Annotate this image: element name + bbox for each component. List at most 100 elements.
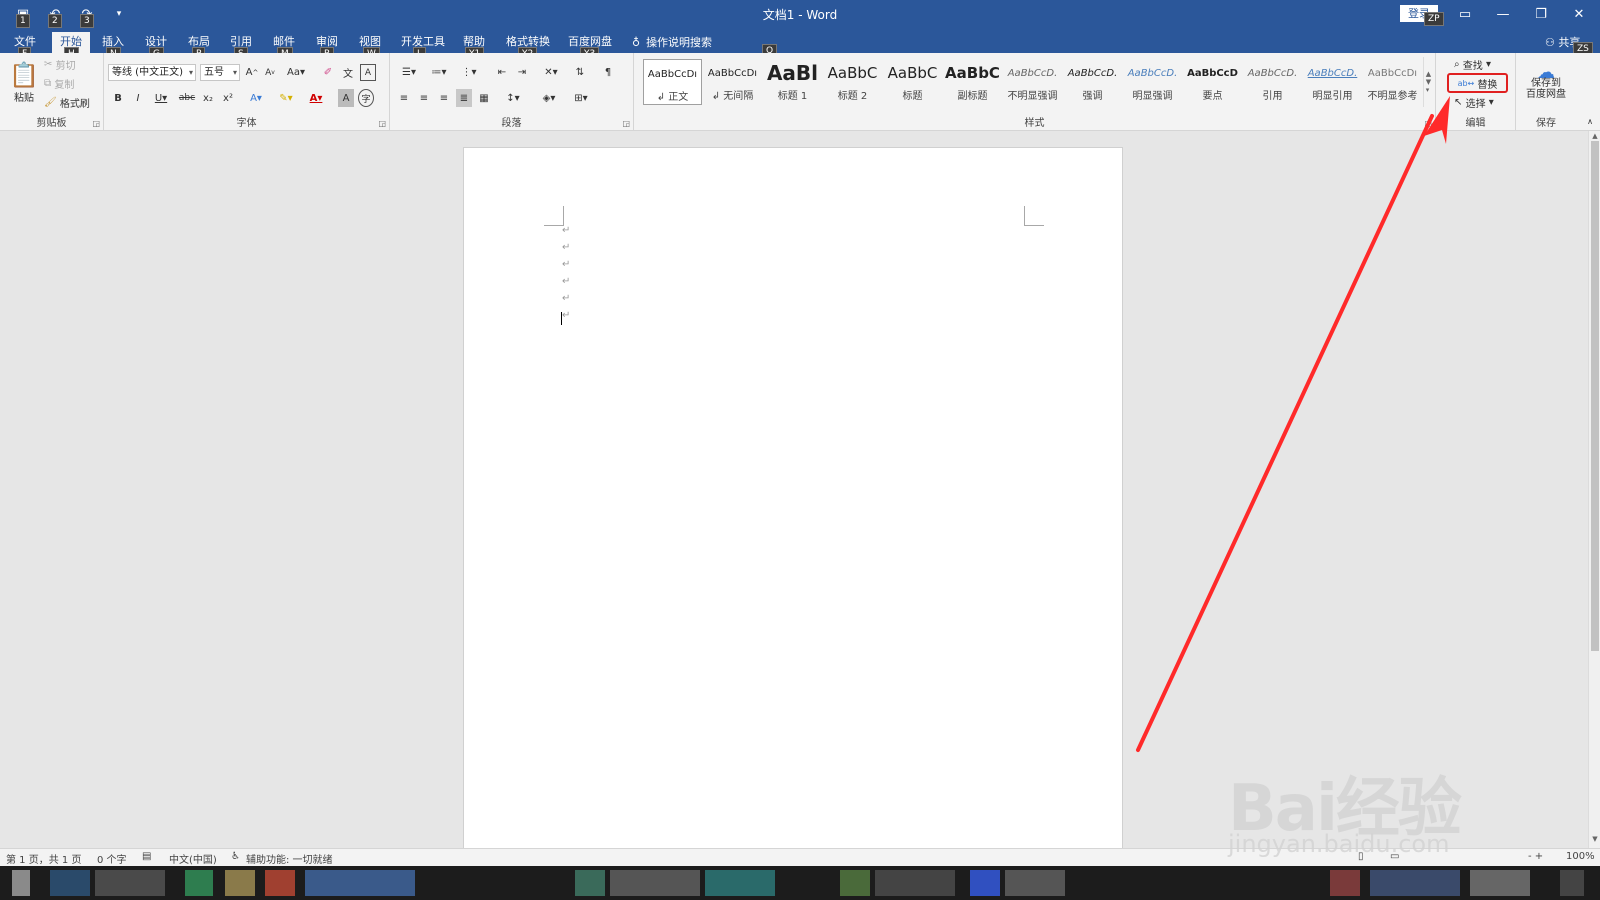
change-case-icon[interactable]: Aa▾ [284, 64, 308, 81]
tab-insert[interactable]: 插入N [94, 32, 132, 61]
text-effects-icon[interactable]: A▾ [244, 89, 268, 107]
font-name-combo[interactable]: 等线 (中文正文) [108, 64, 196, 81]
taskbar-app[interactable] [575, 870, 605, 896]
enclose-characters-icon[interactable]: 字 [358, 89, 374, 107]
strikethrough-icon[interactable]: abc [178, 89, 196, 107]
tell-me-search[interactable]: ♁ 操作说明搜索 Q [632, 34, 778, 58]
tab-help[interactable]: 帮助Y1 [455, 32, 493, 61]
clipboard-launcher-icon[interactable]: ◲ [92, 119, 100, 128]
restore-icon[interactable]: ❐ [1522, 0, 1560, 28]
shrink-font-icon[interactable]: Av [262, 64, 278, 81]
styles-launcher-icon[interactable]: ◲ [1424, 119, 1432, 128]
line-spacing-icon[interactable]: ↕▾ [500, 89, 526, 107]
show-marks-icon[interactable]: ¶ [600, 64, 616, 81]
minimize-icon[interactable]: — [1484, 0, 1522, 28]
align-left-icon[interactable]: ≡ [396, 89, 412, 107]
scrollbar-thumb[interactable] [1591, 141, 1599, 651]
paragraph-launcher-icon[interactable]: ◲ [622, 119, 630, 128]
word-count[interactable]: 0 个字 [97, 851, 127, 866]
style-heading-2[interactable]: AaBbC 标题 2 [823, 59, 882, 105]
tray-icon[interactable] [1470, 870, 1530, 896]
underline-icon[interactable]: U▾ [150, 89, 172, 107]
find-button[interactable]: ⌕ 查找 ▾ [1454, 57, 1491, 72]
decrease-indent-icon[interactable]: ⇤ [494, 64, 510, 81]
notification-icon[interactable] [1560, 870, 1584, 896]
taskbar-app[interactable] [705, 870, 775, 896]
style-normal[interactable]: AaBbCcDı ↲ 正文 [643, 59, 702, 105]
language-indicator[interactable]: 中文(中国) [169, 851, 217, 866]
taskbar-app[interactable] [1005, 870, 1065, 896]
tray-icon[interactable] [1370, 870, 1460, 896]
bullets-icon[interactable]: ☰▾ [396, 64, 422, 81]
cut-button[interactable]: ✂ 剪切 [44, 57, 76, 72]
style-strong[interactable]: AaBbCcD 要点 [1183, 59, 1242, 105]
format-painter-button[interactable]: 🖌 格式刷 [44, 95, 90, 110]
taskbar-app[interactable] [265, 870, 295, 896]
tab-format-convert[interactable]: 格式转换Y2 [498, 32, 558, 61]
ribbon-display-icon[interactable]: ▭ [1446, 0, 1484, 28]
style-quote[interactable]: AaBbCcD. 引用 [1243, 59, 1302, 105]
replace-button[interactable]: ab↔ 替换 [1447, 73, 1508, 93]
tab-view[interactable]: 视图W [351, 32, 389, 61]
tab-developer[interactable]: 开发工具L [393, 32, 453, 61]
italic-icon[interactable]: I [130, 89, 146, 107]
taskbar-app[interactable] [225, 870, 255, 896]
tab-file[interactable]: 文件F [6, 32, 44, 61]
style-no-spacing[interactable]: AaBbCcDı ↲ 无间隔 [703, 59, 762, 105]
taskbar-app[interactable] [185, 870, 213, 896]
taskbar-app[interactable] [95, 870, 165, 896]
tab-review[interactable]: 审阅R [308, 32, 346, 61]
style-subtle-emphasis[interactable]: AaBbCcD. 不明显强调 [1003, 59, 1062, 105]
phonetic-guide-icon[interactable]: 文 [340, 64, 356, 81]
font-launcher-icon[interactable]: ◲ [378, 119, 386, 128]
accessibility-status[interactable]: 辅助功能: 一切就绪 [246, 851, 333, 866]
chinese-layout-icon[interactable]: ✕▾ [538, 64, 564, 81]
tray-icon[interactable] [1330, 870, 1360, 896]
zoom-level[interactable]: 100% [1566, 851, 1595, 862]
subscript-icon[interactable]: x₂ [200, 89, 216, 107]
tab-mailings[interactable]: 邮件M [265, 32, 303, 61]
font-size-combo[interactable]: 五号 [200, 64, 240, 81]
tab-design[interactable]: 设计G [137, 32, 175, 61]
superscript-icon[interactable]: x² [220, 89, 236, 107]
bold-icon[interactable]: B [110, 89, 126, 107]
proofing-icon[interactable]: ▤ [142, 851, 151, 862]
taskbar-app[interactable] [610, 870, 700, 896]
style-subtle-reference[interactable]: AaBbCcDı 不明显参考 [1363, 59, 1422, 105]
taskbar-app[interactable] [875, 870, 955, 896]
shading-icon[interactable]: ◈▾ [536, 89, 562, 107]
read-mode-icon[interactable]: ▯ [1358, 851, 1364, 862]
character-border-icon[interactable]: A [360, 64, 376, 81]
sort-icon[interactable]: ⇅ [572, 64, 588, 81]
taskbar-app[interactable] [50, 870, 90, 896]
style-intense-quote[interactable]: AaBbCcD. 明显引用 [1303, 59, 1362, 105]
print-layout-icon[interactable]: ▭ [1390, 851, 1399, 862]
style-emphasis[interactable]: AaBbCcD. 强调 [1063, 59, 1122, 105]
page-count[interactable]: 第 1 页，共 1 页 [6, 851, 81, 866]
collapse-ribbon-icon[interactable]: ∧ [1584, 115, 1596, 127]
distributed-icon[interactable]: ▦ [476, 89, 492, 107]
select-button[interactable]: ↖ 选择 ▾ [1454, 95, 1494, 110]
style-heading-1[interactable]: AaBl 标题 1 [763, 59, 822, 105]
save-to-netdisk-button[interactable]: ☁ 保存到 百度网盘 [1520, 57, 1572, 109]
style-title[interactable]: AaBbC 标题 [883, 59, 942, 105]
highlight-icon[interactable]: ✎▾ [274, 89, 298, 107]
zoom-slider[interactable]: - + [1528, 851, 1543, 862]
align-center-icon[interactable]: ≡ [416, 89, 432, 107]
increase-indent-icon[interactable]: ⇥ [514, 64, 530, 81]
vertical-scrollbar[interactable]: ▲ ▼ [1588, 131, 1600, 848]
tab-baidu-netdisk[interactable]: 百度网盘Y3 [560, 32, 620, 61]
paste-button[interactable]: 📋 粘贴 [8, 57, 40, 107]
styles-scroll-icon[interactable]: ▲ ▼ ▾ [1423, 57, 1433, 107]
start-button[interactable] [12, 870, 30, 896]
taskbar-app[interactable] [305, 870, 415, 896]
font-color-icon[interactable]: A▾ [304, 89, 328, 107]
character-shading-icon[interactable]: A [338, 89, 354, 107]
numbering-icon[interactable]: ≔▾ [426, 64, 452, 81]
close-icon[interactable]: ✕ [1560, 0, 1598, 28]
tab-home[interactable]: 开始H [52, 32, 90, 61]
style-intense-emphasis[interactable]: AaBbCcD. 明显强调 [1123, 59, 1182, 105]
justify-icon[interactable]: ≣ [456, 89, 472, 107]
taskbar-app[interactable] [840, 870, 870, 896]
copy-button[interactable]: ⧉ 复制 [44, 76, 74, 91]
